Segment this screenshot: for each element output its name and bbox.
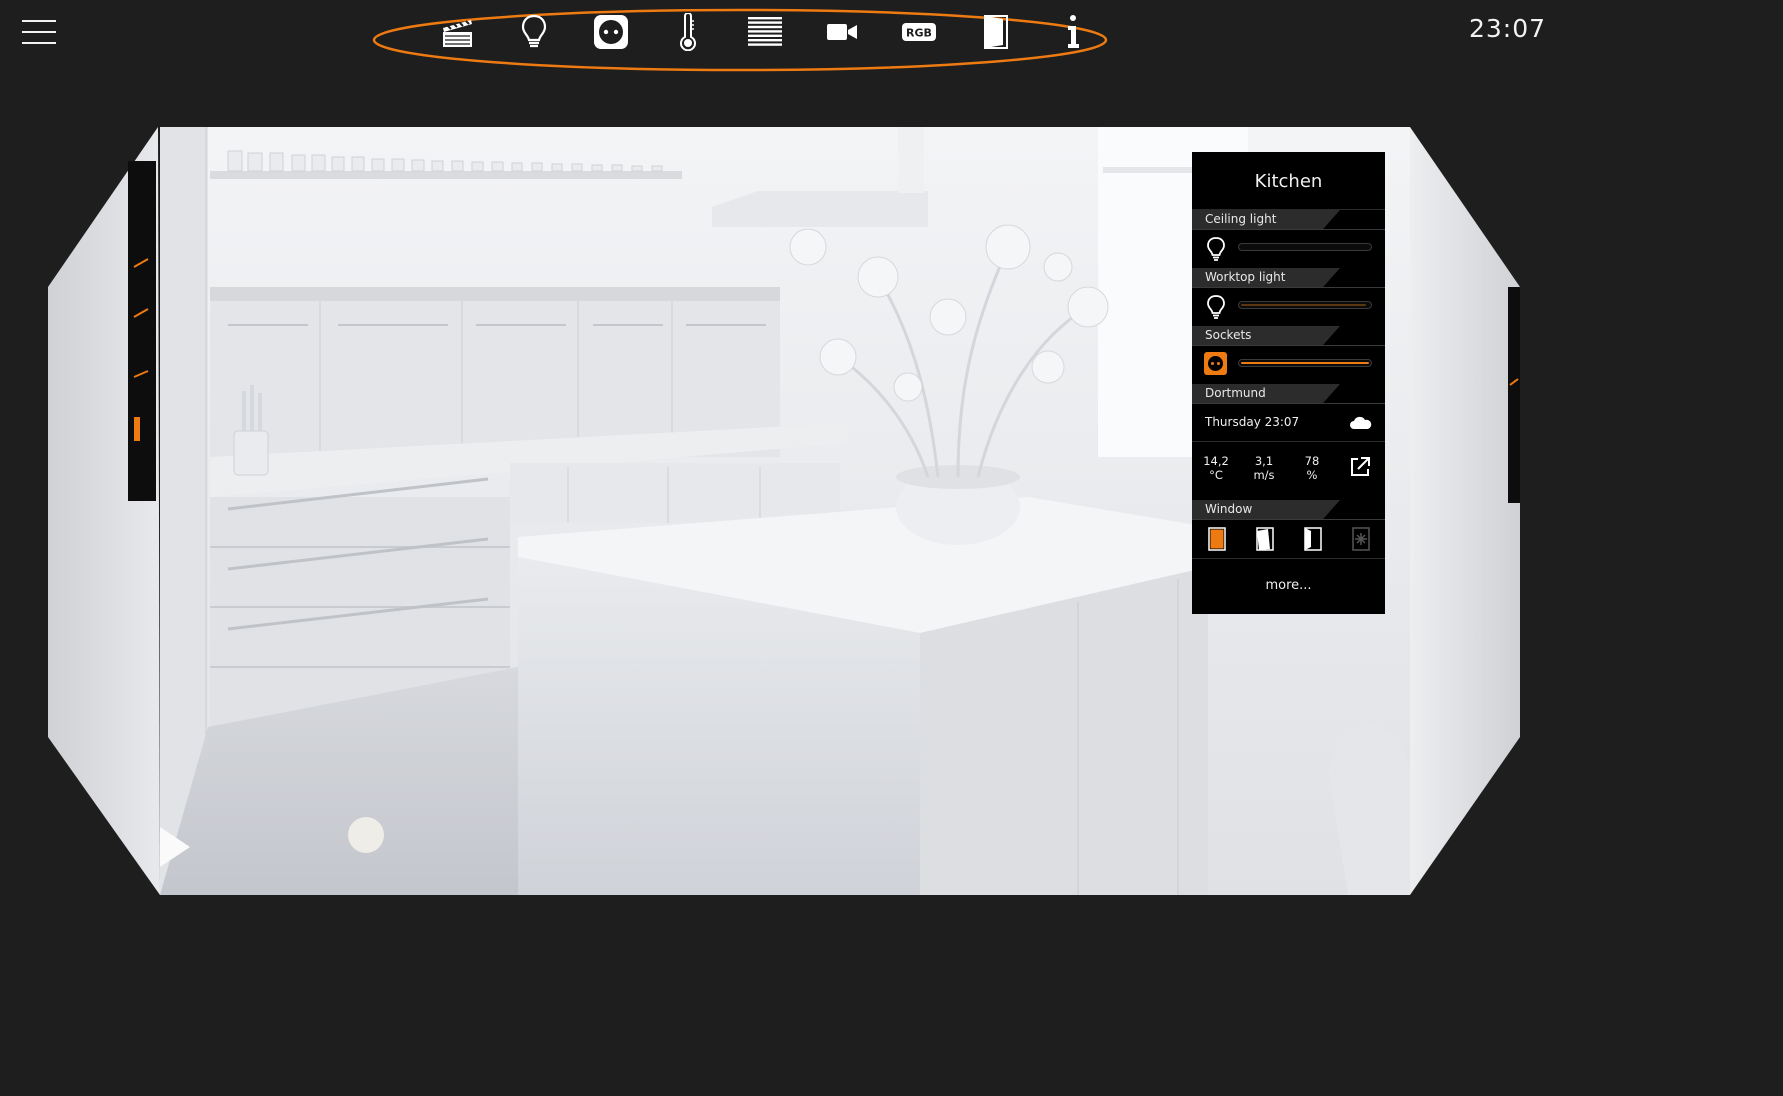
sockets-button[interactable] xyxy=(588,10,634,54)
divider xyxy=(1192,441,1385,442)
rgb-icon: RGB xyxy=(902,23,936,41)
temperature-unit: °C xyxy=(1209,468,1223,482)
bulb-icon xyxy=(1207,237,1225,261)
blinds-icon xyxy=(748,17,782,46)
camera-icon xyxy=(827,24,857,40)
ceiling-light-row[interactable] xyxy=(1192,230,1385,266)
humidity-stat: 78 % xyxy=(1292,454,1332,482)
menu-line xyxy=(22,42,56,44)
weather-date: Thursday 23:07 xyxy=(1205,415,1300,429)
worktop-light-slider[interactable] xyxy=(1238,301,1372,309)
bulb-icon xyxy=(1207,295,1225,319)
window-header: Window xyxy=(1192,500,1385,520)
window-closed-icon[interactable] xyxy=(1204,525,1230,553)
window-open-icon[interactable] xyxy=(1300,525,1326,553)
clapperboard-icon xyxy=(443,20,472,47)
menu-line xyxy=(22,20,56,22)
sockets-header: Sockets xyxy=(1192,326,1385,346)
room-title: Kitchen xyxy=(1254,171,1323,192)
worktop-light-row[interactable] xyxy=(1192,288,1385,324)
temperature-stat: 14,2 °C xyxy=(1196,454,1236,482)
worktop-light-header: Worktop light xyxy=(1192,268,1385,288)
wind-stat: 3,1 m/s xyxy=(1244,454,1284,482)
window-alarm-icon[interactable] xyxy=(1348,525,1374,553)
weather-header: Dortmund xyxy=(1192,384,1385,404)
menu-line xyxy=(22,31,56,33)
scenes-button[interactable] xyxy=(434,10,480,54)
socket-icon xyxy=(594,15,628,49)
cloud-icon xyxy=(1350,416,1372,429)
humidity-value: 78 xyxy=(1304,454,1320,468)
humidity-unit: % xyxy=(1306,468,1318,482)
wind-unit: m/s xyxy=(1253,468,1275,482)
wind-value: 3,1 xyxy=(1254,454,1274,468)
toolbar: RGB xyxy=(418,10,1108,54)
weather-row: Thursday 23:07 xyxy=(1192,409,1385,439)
weather-stats: 14,2 °C 3,1 m/s 78 % xyxy=(1192,450,1385,490)
clock: 23:07 xyxy=(1468,14,1546,43)
ceiling-light-slider[interactable] xyxy=(1238,243,1372,251)
window-label: Window xyxy=(1205,502,1253,516)
rgb-button[interactable]: RGB xyxy=(896,10,942,54)
info-icon xyxy=(1068,15,1079,48)
worktop-light-label: Worktop light xyxy=(1205,270,1286,284)
external-link-icon[interactable] xyxy=(1349,456,1371,478)
sockets-label: Sockets xyxy=(1205,328,1252,342)
ceiling-light-header: Ceiling light xyxy=(1192,210,1385,230)
more-link[interactable]: more... xyxy=(1192,578,1385,593)
room-panel: Kitchen Ceiling light Worktop light Sock… xyxy=(1192,152,1385,614)
temperature-value: 14,2 xyxy=(1203,454,1229,468)
window-states xyxy=(1192,525,1385,555)
window-icon xyxy=(984,15,1008,49)
window-tilted-icon[interactable] xyxy=(1252,525,1278,553)
rgb-label: RGB xyxy=(906,27,932,40)
windows-button[interactable] xyxy=(973,10,1019,54)
ceiling-light-label: Ceiling light xyxy=(1205,212,1277,226)
heating-button[interactable] xyxy=(665,10,711,54)
city-label: Dortmund xyxy=(1205,386,1266,400)
bulb-icon xyxy=(521,14,547,48)
sockets-row[interactable] xyxy=(1192,346,1385,382)
lights-button[interactable] xyxy=(511,10,557,54)
divider xyxy=(1192,558,1385,559)
socket-icon xyxy=(1204,352,1227,375)
thermometer-icon xyxy=(680,13,696,51)
sockets-slider[interactable] xyxy=(1238,359,1372,367)
camera-button[interactable] xyxy=(819,10,865,54)
info-button[interactable] xyxy=(1050,10,1096,54)
blinds-button[interactable] xyxy=(742,10,788,54)
menu-button[interactable] xyxy=(22,20,56,46)
